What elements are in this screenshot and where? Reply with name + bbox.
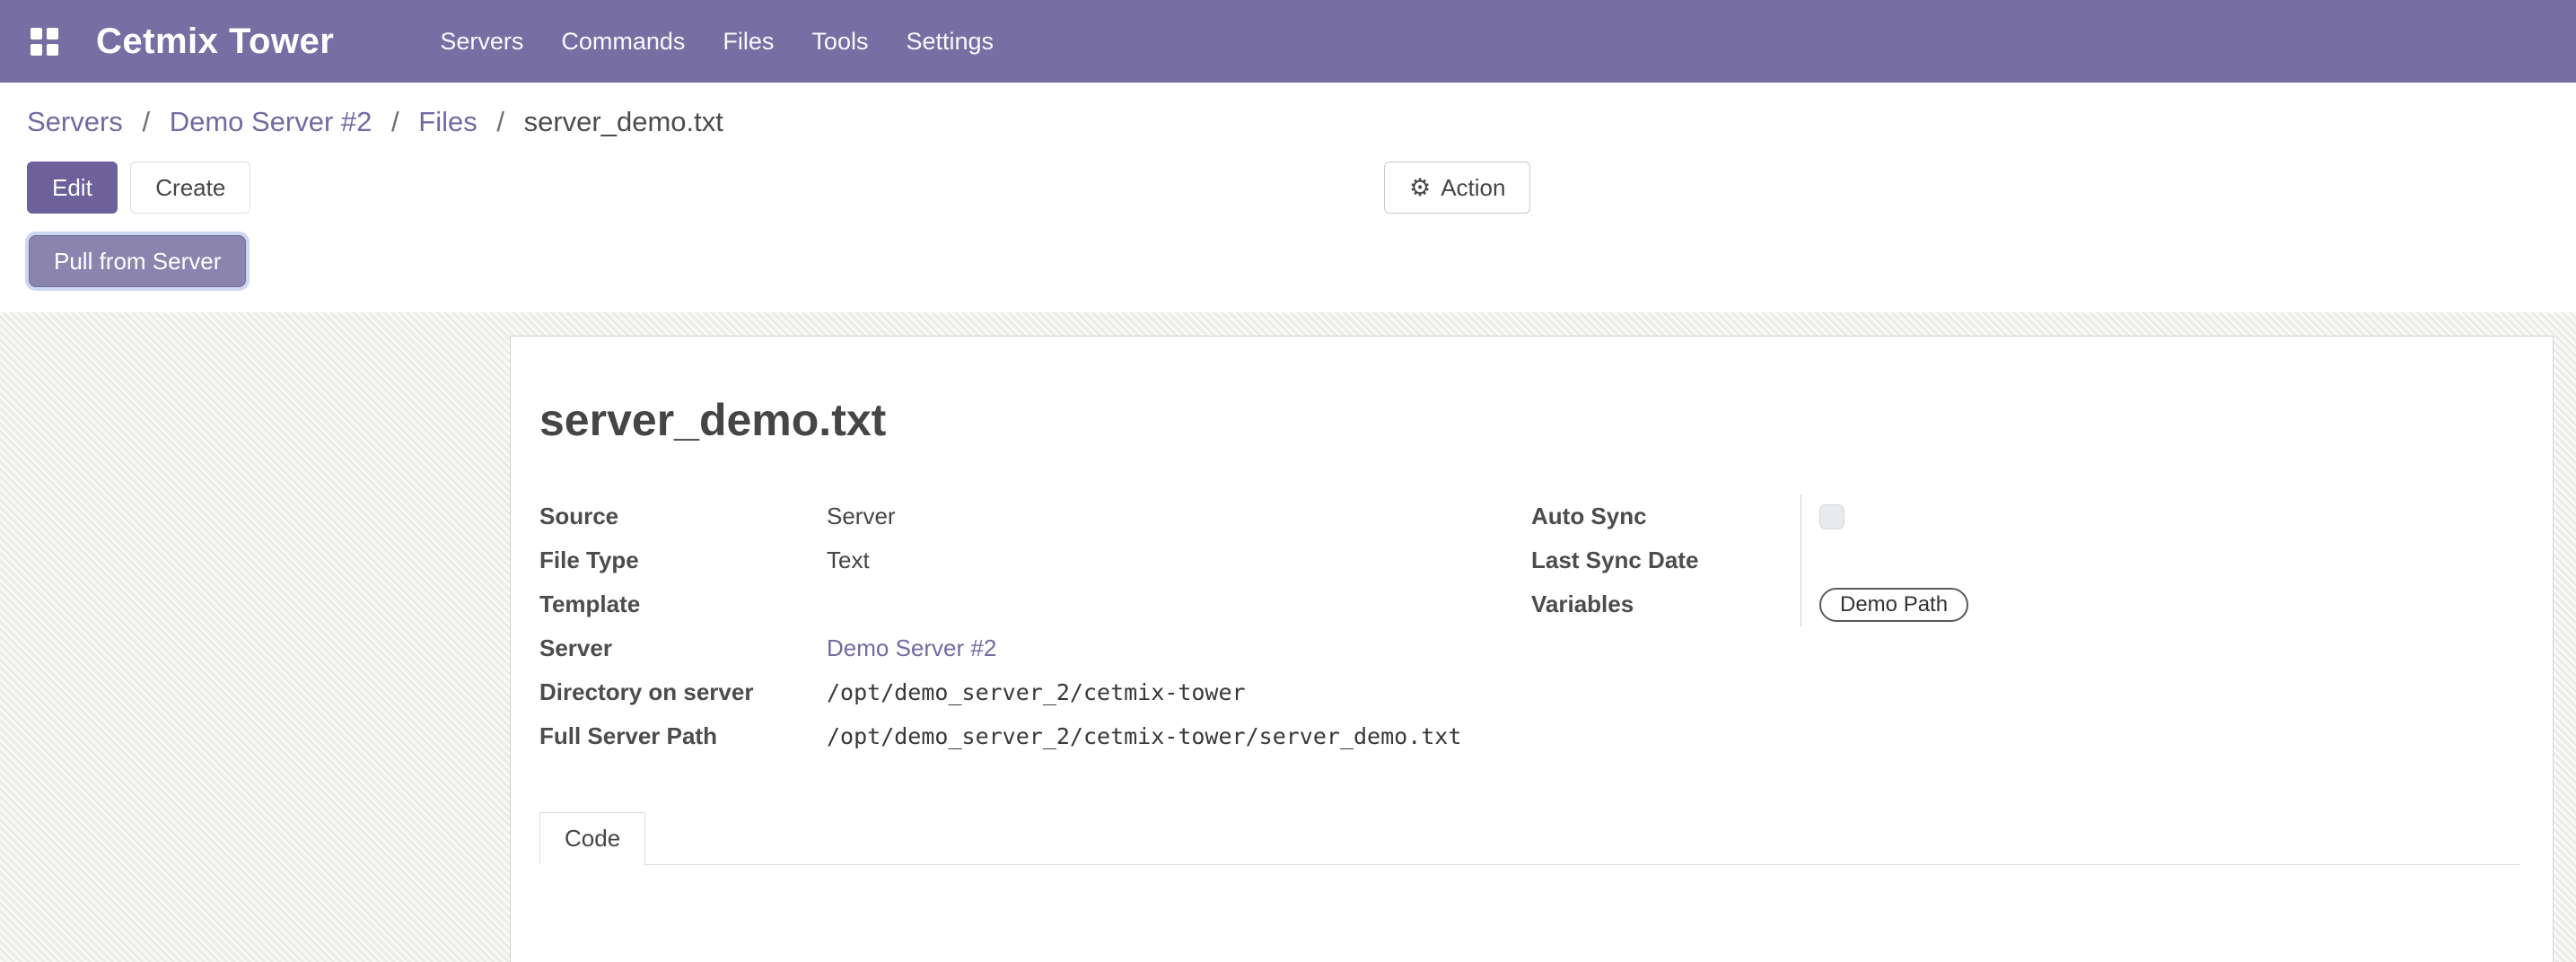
field-label-template: Template <box>539 590 827 618</box>
apps-grid-icon[interactable] <box>31 28 58 56</box>
menu-item-files[interactable]: Files <box>723 28 774 56</box>
breadcrumb-separator: / <box>496 106 504 137</box>
field-label-variables: Variables <box>1531 590 1801 618</box>
field-label-server: Server <box>539 634 827 662</box>
field-row-last-sync-date: Last Sync Date <box>1531 538 2520 582</box>
variable-tag-demo-path: Demo Path <box>1819 588 1968 622</box>
breadcrumb-files[interactable]: Files <box>418 106 477 137</box>
tab-code-content <box>539 865 2520 962</box>
field-row-server: Server Demo Server #2 <box>539 626 1531 670</box>
form-sheet: server_demo.txt Source Server File Type … <box>510 336 2554 962</box>
tab-code[interactable]: Code <box>539 812 645 865</box>
field-row-source: Source Server <box>539 494 1531 538</box>
brand-title[interactable]: Cetmix Tower <box>96 22 334 62</box>
field-groups: Source Server File Type Text Template Se… <box>539 494 2520 758</box>
field-group-right: Auto Sync Last Sync Date Variables Demo … <box>1531 494 2520 626</box>
auto-sync-value-cell <box>1801 494 2520 538</box>
breadcrumb-separator: / <box>142 106 150 137</box>
menu-item-commands[interactable]: Commands <box>561 28 685 56</box>
top-navbar: Cetmix Tower Servers Commands Files Tool… <box>0 0 2576 83</box>
auto-sync-checkbox[interactable] <box>1819 504 1844 529</box>
field-value-file-type: Text <box>827 547 870 574</box>
menu-item-tools[interactable]: Tools <box>811 28 868 56</box>
action-button[interactable]: ⚙ Action <box>1384 162 1530 214</box>
breadcrumb: Servers / Demo Server #2 / Files / serve… <box>27 106 2549 138</box>
record-title: server_demo.txt <box>539 394 2520 446</box>
last-sync-date-value-cell <box>1801 538 2520 582</box>
field-label-full-path: Full Server Path <box>539 722 827 750</box>
control-panel: Servers / Demo Server #2 / Files / serve… <box>0 83 2576 312</box>
menu-item-servers[interactable]: Servers <box>440 28 523 56</box>
gear-icon: ⚙ <box>1409 176 1431 200</box>
field-label-source: Source <box>539 503 827 530</box>
field-label-auto-sync: Auto Sync <box>1531 503 1801 530</box>
field-value-source: Server <box>827 503 896 530</box>
field-value-server-link[interactable]: Demo Server #2 <box>827 634 996 662</box>
field-row-variables: Variables Demo Path <box>1531 582 2520 626</box>
field-value-directory: /opt/demo_server_2/cetmix-tower <box>827 679 1246 705</box>
field-group-left: Source Server File Type Text Template Se… <box>539 494 1531 758</box>
breadcrumb-current-file: server_demo.txt <box>524 106 723 137</box>
notebook: Code <box>539 812 2520 962</box>
main-menu: Servers Commands Files Tools Settings <box>440 28 994 56</box>
field-label-directory: Directory on server <box>539 678 827 706</box>
breadcrumb-servers[interactable]: Servers <box>27 106 123 137</box>
menu-item-settings[interactable]: Settings <box>906 28 994 56</box>
field-row-auto-sync: Auto Sync <box>1531 494 2520 538</box>
breadcrumb-separator: / <box>391 106 399 137</box>
field-label-last-sync-date: Last Sync Date <box>1531 547 1801 574</box>
field-row-directory: Directory on server /opt/demo_server_2/c… <box>539 670 1531 714</box>
variables-value-cell: Demo Path <box>1801 582 2520 626</box>
field-row-template: Template <box>539 582 1531 626</box>
form-view-background: server_demo.txt Source Server File Type … <box>0 312 2576 962</box>
tab-headers: Code <box>539 812 2520 865</box>
field-row-file-type: File Type Text <box>539 538 1531 582</box>
field-value-full-path: /opt/demo_server_2/cetmix-tower/server_d… <box>827 723 1461 749</box>
action-button-label: Action <box>1441 174 1505 202</box>
field-row-full-path: Full Server Path /opt/demo_server_2/cetm… <box>539 714 1531 758</box>
create-button[interactable]: Create <box>130 162 250 214</box>
breadcrumb-demo-server[interactable]: Demo Server #2 <box>170 106 372 137</box>
edit-button[interactable]: Edit <box>27 162 118 214</box>
pull-from-server-button[interactable]: Pull from Server <box>29 235 246 287</box>
field-label-file-type: File Type <box>539 547 827 574</box>
pull-row: Pull from Server <box>27 233 2549 312</box>
button-row: Edit Create ⚙ Action <box>27 162 2549 214</box>
